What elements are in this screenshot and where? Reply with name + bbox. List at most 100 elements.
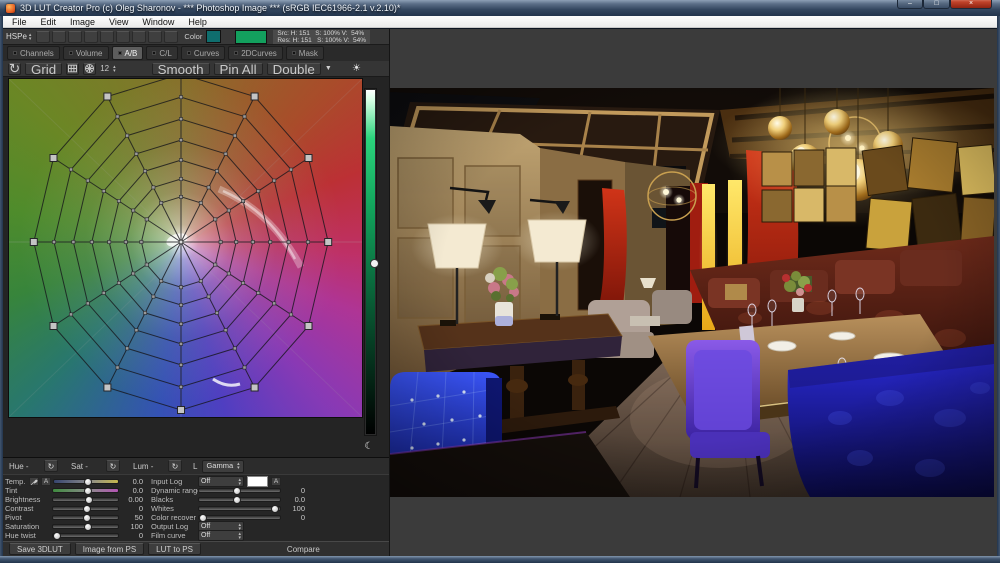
- sat-label: Sat -: [71, 462, 101, 471]
- maximize-button[interactable]: □: [923, 0, 950, 9]
- expand-icon[interactable]: [52, 31, 66, 43]
- saturation-row: Saturation 100: [5, 522, 143, 531]
- tint-slider[interactable]: [52, 488, 119, 493]
- luminance-slider-handle[interactable]: [370, 259, 379, 268]
- sat-reset-icon[interactable]: ↻: [106, 460, 120, 472]
- contract-icon[interactable]: [68, 31, 82, 43]
- menu-help[interactable]: Help: [188, 17, 207, 27]
- toolbar: HSPe ▴▾ Color Src: H: 151 S: 100% V: 54%…: [3, 29, 389, 45]
- tab-2dcurves[interactable]: 2DCurves: [228, 46, 283, 60]
- grid-divisions-value: 12: [100, 64, 109, 73]
- menu-image[interactable]: Image: [70, 17, 95, 27]
- compare-button[interactable]: Compare: [281, 544, 326, 555]
- grid-icon[interactable]: [148, 31, 162, 43]
- film-curve-select[interactable]: Off▴▾: [198, 530, 244, 541]
- blacks-slider[interactable]: [198, 497, 281, 502]
- current-color-swatch[interactable]: [206, 30, 221, 43]
- basic-sliders: Temp. A 0.0 Tint 0.0 Brightness 0.00 Con…: [5, 477, 143, 540]
- pin-all-button[interactable]: Pin All: [214, 63, 263, 75]
- mesh-icon[interactable]: [66, 63, 79, 75]
- l-label: L: [193, 462, 197, 471]
- menu-file[interactable]: File: [12, 17, 27, 27]
- histogram-icon[interactable]: [164, 31, 178, 43]
- color-recover-slider[interactable]: [198, 515, 281, 520]
- reset-grid-icon[interactable]: ↻: [8, 63, 21, 75]
- chevron-down-icon[interactable]: ▼: [325, 65, 332, 72]
- tab-channels[interactable]: Channels: [7, 46, 60, 60]
- dynamic-range-row: Dynamic range 0: [151, 486, 305, 495]
- menu-edit[interactable]: Edit: [41, 17, 57, 27]
- sun-icon[interactable]: ☀: [346, 62, 367, 75]
- colorspace-stepper[interactable]: ▴▾: [29, 33, 32, 41]
- brightness-row: Brightness 0.00: [5, 495, 143, 504]
- color-wheel-mesh: [9, 79, 362, 417]
- temp-knob[interactable]: [84, 478, 92, 486]
- tab-mask[interactable]: Mask: [286, 46, 324, 60]
- minimize-button[interactable]: –: [897, 0, 923, 9]
- tab-bullet: [187, 51, 191, 55]
- wheel-glint: [213, 379, 240, 385]
- tab-cl[interactable]: C/L: [146, 46, 177, 60]
- blacks-row: Blacks 0.0: [151, 495, 305, 504]
- zoom-icon[interactable]: [116, 31, 130, 43]
- tab-bullet: [292, 51, 296, 55]
- input-log-auto-button[interactable]: A: [271, 477, 281, 486]
- color-label: Color: [184, 32, 202, 41]
- pivot-row: Pivot 50: [5, 513, 143, 522]
- web-icon[interactable]: [83, 63, 96, 75]
- whites-slider[interactable]: [198, 506, 281, 511]
- hue-twist-slider[interactable]: [52, 533, 119, 538]
- gamma-select[interactable]: Gamma ▴▾: [202, 460, 243, 473]
- menu-view[interactable]: View: [109, 17, 128, 27]
- window-border-bottom: [0, 556, 1000, 563]
- film-curve-row: Film curve Off▴▾: [151, 531, 305, 540]
- tab-bullet: [69, 51, 73, 55]
- marquee-icon[interactable]: [84, 31, 98, 43]
- lum-reset-icon[interactable]: ↻: [168, 460, 182, 472]
- grid-toggle-button[interactable]: Grid: [25, 63, 62, 75]
- footer-bar: Save 3DLUT Image from PS LUT to PS Compa…: [3, 541, 389, 556]
- picked-color-swatch[interactable]: [235, 30, 267, 44]
- tab-bullet: [234, 51, 238, 55]
- hue-twist-row: Hue twist 0: [5, 531, 143, 540]
- grid-divisions-stepper[interactable]: ▴▾: [113, 65, 116, 73]
- color-wheel-canvas[interactable]: [8, 78, 363, 418]
- tab-bullet: [152, 51, 156, 55]
- saturation-slider[interactable]: [52, 524, 119, 529]
- contrast-slider[interactable]: [52, 506, 119, 511]
- move-icon[interactable]: [36, 31, 50, 43]
- app-icon: [6, 4, 15, 13]
- tab-ab[interactable]: A/B: [112, 46, 144, 60]
- colorspace-select[interactable]: HSPe ▴▾: [6, 32, 31, 41]
- smooth-button[interactable]: Smooth: [152, 63, 210, 75]
- image-from-ps-button[interactable]: Image from PS: [75, 543, 144, 555]
- whites-row: Whites 100: [151, 504, 305, 513]
- tab-bullet: [118, 51, 122, 55]
- double-button[interactable]: Double: [267, 63, 321, 75]
- lut-to-ps-button[interactable]: LUT to PS: [148, 543, 201, 555]
- dynamic-range-slider[interactable]: [198, 488, 281, 493]
- temp-row: Temp. A 0.0: [5, 477, 143, 486]
- eyedropper-icon[interactable]: [100, 31, 114, 43]
- temp-eyedropper-icon[interactable]: [29, 477, 39, 486]
- image-preview[interactable]: [390, 88, 994, 497]
- contrast-row: Contrast 0: [5, 504, 143, 513]
- pivot-slider[interactable]: [52, 515, 119, 520]
- tab-curves[interactable]: Curves: [181, 46, 225, 60]
- hue-label: Hue -: [9, 462, 39, 471]
- brightness-slider[interactable]: [52, 497, 119, 502]
- src-readout: Src: H: 151 S: 100% V: 54%: [277, 30, 366, 37]
- tab-volume[interactable]: Volume: [63, 46, 109, 60]
- color-readout: Src: H: 151 S: 100% V: 54%Res: H: 151 S:…: [273, 30, 370, 44]
- hue-reset-icon[interactable]: ↻: [44, 460, 58, 472]
- titlebar[interactable]: 3D LUT Creator Pro (c) Oleg Sharonov - *…: [0, 0, 1000, 16]
- crop-icon[interactable]: [132, 31, 146, 43]
- res-readout: Res: H: 151 S: 100% V: 54%: [277, 37, 366, 44]
- save-3dlut-button[interactable]: Save 3DLUT: [9, 543, 71, 555]
- range-controls: Input Log Off▴▾ A Dynamic range 0 Blacks…: [151, 477, 305, 540]
- temp-auto-button[interactable]: A: [41, 477, 51, 486]
- menu-window[interactable]: Window: [142, 17, 174, 27]
- close-button[interactable]: ×: [950, 0, 992, 9]
- temp-slider[interactable]: [53, 479, 119, 484]
- moon-icon[interactable]: ☾: [361, 441, 377, 455]
